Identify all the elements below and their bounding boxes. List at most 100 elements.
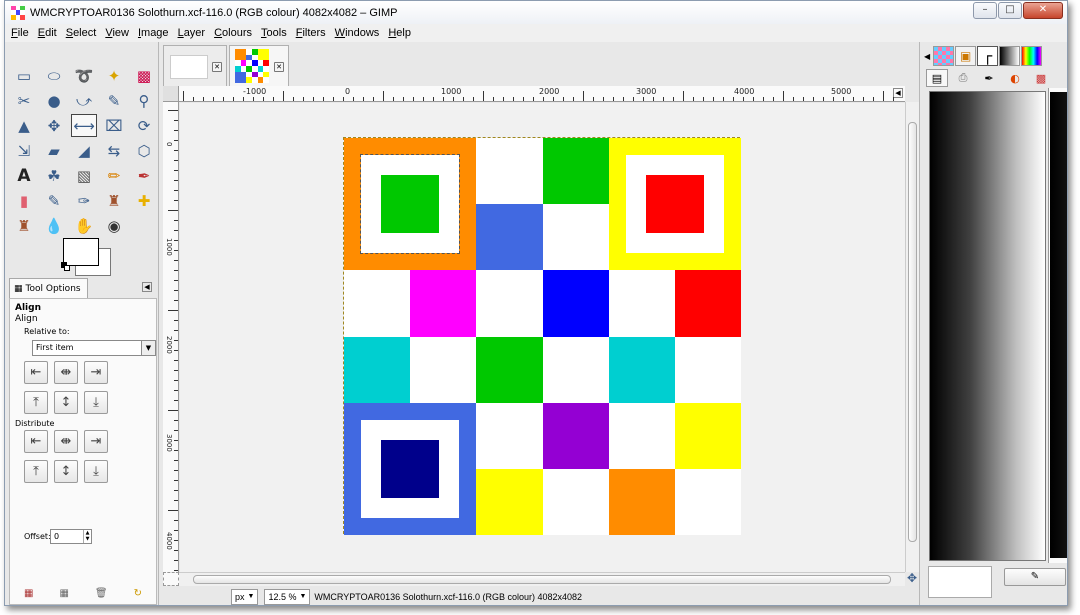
perspective-icon[interactable]: ◢ [71,139,97,162]
menu-select[interactable]: Select [66,27,97,39]
spin-arrows-icon[interactable]: ▲ ▼ [83,530,91,543]
blur-icon[interactable]: 💧 [41,214,67,237]
maximize-button[interactable]: □ [998,2,1022,19]
menu-file[interactable]: File [11,27,29,39]
tab-tool-presets[interactable]: ▤ [926,69,948,87]
free-select-icon[interactable]: ➰ [71,64,97,87]
panel-menu-icon[interactable]: ◀ [142,282,152,292]
tab-tool-options[interactable]: ▦ Tool Options [9,278,88,298]
relative-to-select[interactable]: First item ▼ [32,340,156,356]
distribute-left-button[interactable]: ⇤ [24,430,48,453]
canvas-viewport[interactable] [180,103,905,573]
align-icon[interactable]: ⟷ [71,114,97,137]
menu-layer[interactable]: Layer [178,27,206,39]
dodge-burn-icon[interactable]: ◉ [101,214,127,237]
image-tab-blank[interactable]: ✕ [163,45,227,87]
horizontal-ruler[interactable]: -1000 0 1000 2000 3000 4000 5000 ◀ [179,86,905,102]
blend-icon[interactable]: ▧ [71,164,97,187]
distribute-top-button[interactable]: ⤒ [24,460,48,483]
tab-gradients[interactable] [999,46,1021,66]
align-bottom-edge-button[interactable]: ⤓ [84,391,108,414]
menu-colours[interactable]: Colours [214,27,252,39]
vertical-scroll-thumb[interactable] [908,122,917,542]
image-tab-checker[interactable]: ✕ [229,45,289,87]
tab-paint-dynamics[interactable]: ✒ [978,69,1000,87]
fg-bg-colors[interactable] [61,238,113,276]
navigate-icon[interactable]: ◀ [893,88,903,98]
scissors-icon[interactable]: ✂ [11,89,37,112]
heal-icon[interactable]: ✚ [131,189,157,212]
align-top-edge-button[interactable]: ⤒ [24,391,48,414]
fuzzy-select-icon[interactable]: ✦ [101,64,127,87]
tab-patterns[interactable] [933,46,955,66]
horizontal-scroll-thumb[interactable] [193,575,891,584]
scale-icon[interactable]: ⇲ [11,139,37,162]
tab-palettes[interactable] [1021,46,1043,66]
cage-transform-icon[interactable]: ⬡ [131,139,157,162]
close-icon[interactable]: ✕ [274,62,284,72]
distribute-center-vertical-button[interactable]: ↕ [54,460,78,483]
align-left-edge-button[interactable]: ⇤ [24,361,48,384]
tab-palette-editor[interactable]: ▩ [1030,69,1052,87]
unit-select[interactable]: px ▼ [231,588,259,605]
image-canvas[interactable] [343,137,742,536]
ink-icon[interactable]: ✑ [71,189,97,212]
vertical-ruler[interactable]: 0 1000 2000 3000 4000 [163,102,179,574]
menu-filters[interactable]: Filters [296,27,326,39]
crop-icon[interactable]: ⌧ [101,114,127,137]
reset-options-icon[interactable]: ↻ [134,588,142,599]
tab-colors[interactable]: ◐ [1004,69,1026,87]
eraser-icon[interactable]: ▮ [11,189,37,212]
shear-icon[interactable]: ▰ [41,139,67,162]
default-colors-icon[interactable] [61,262,71,272]
ruler-corner[interactable] [163,86,179,102]
gradient-preview[interactable] [929,91,1046,561]
align-center-horizontal-button[interactable]: ⇼ [54,361,78,384]
minimize-button[interactable]: – [973,2,997,19]
distribute-center-horizontal-button[interactable]: ⇼ [54,430,78,453]
text-icon[interactable]: A [11,164,37,187]
flip-icon[interactable]: ⇆ [101,139,127,162]
vertical-scrollbar[interactable] [905,102,919,572]
clone-icon[interactable]: ♜ [101,189,127,212]
select-by-color-icon[interactable]: ▩ [131,64,157,87]
color-picker-icon[interactable]: ✎ [101,89,127,112]
quick-mask-icon[interactable] [163,572,179,586]
foreground-select-icon[interactable]: ● [41,89,67,112]
align-right-edge-button[interactable]: ⇥ [84,361,108,384]
close-button[interactable]: ✕ [1023,2,1063,19]
smudge-icon[interactable]: ✋ [71,214,97,237]
delete-options-icon[interactable]: 🗑 [95,588,108,599]
bucket-fill-icon[interactable]: ☘ [41,164,67,187]
menu-tools[interactable]: Tools [261,27,287,39]
airbrush-icon[interactable]: ✎ [41,189,67,212]
distribute-bottom-button[interactable]: ⤓ [84,460,108,483]
distribute-right-button[interactable]: ⇥ [84,430,108,453]
menu-windows[interactable]: Windows [335,27,380,39]
perspective-clone-icon[interactable]: ♜ [11,214,37,237]
menu-view[interactable]: View [105,27,129,39]
pencil-icon[interactable]: ✏ [101,164,127,187]
edit-button[interactable]: ✎ [1004,568,1066,586]
menu-help[interactable]: Help [388,27,411,39]
move-icon[interactable]: ✥ [41,114,67,137]
offset-input[interactable]: 0 ▲ ▼ [50,529,92,544]
menu-image[interactable]: Image [138,27,169,39]
tab-brushes[interactable]: ▣ [955,46,977,66]
tab-device-status[interactable]: ⎙ [952,69,974,87]
rotate-icon[interactable]: ⟳ [131,114,157,137]
navigate-cross-icon[interactable]: ✥ [905,572,919,586]
restore-options-icon[interactable]: ▦ [59,588,68,599]
close-icon[interactable]: ✕ [212,62,222,72]
measure-icon[interactable]: ▲ [11,114,37,137]
rect-select-icon[interactable]: ▭ [11,64,37,87]
tab-fonts[interactable]: ┌ [977,46,999,66]
zoom-icon[interactable]: ⚲ [131,89,157,112]
save-options-icon[interactable]: ▦ [24,588,33,599]
horizontal-scrollbar[interactable] [179,572,905,586]
align-center-vertical-button[interactable]: ↕ [54,391,78,414]
panel-menu-icon[interactable]: ◀ [924,52,930,61]
ellipse-select-icon[interactable]: ⬭ [41,64,67,87]
paths-icon[interactable]: ⤻ [71,89,97,112]
paintbrush-icon[interactable]: ✒ [131,164,157,187]
